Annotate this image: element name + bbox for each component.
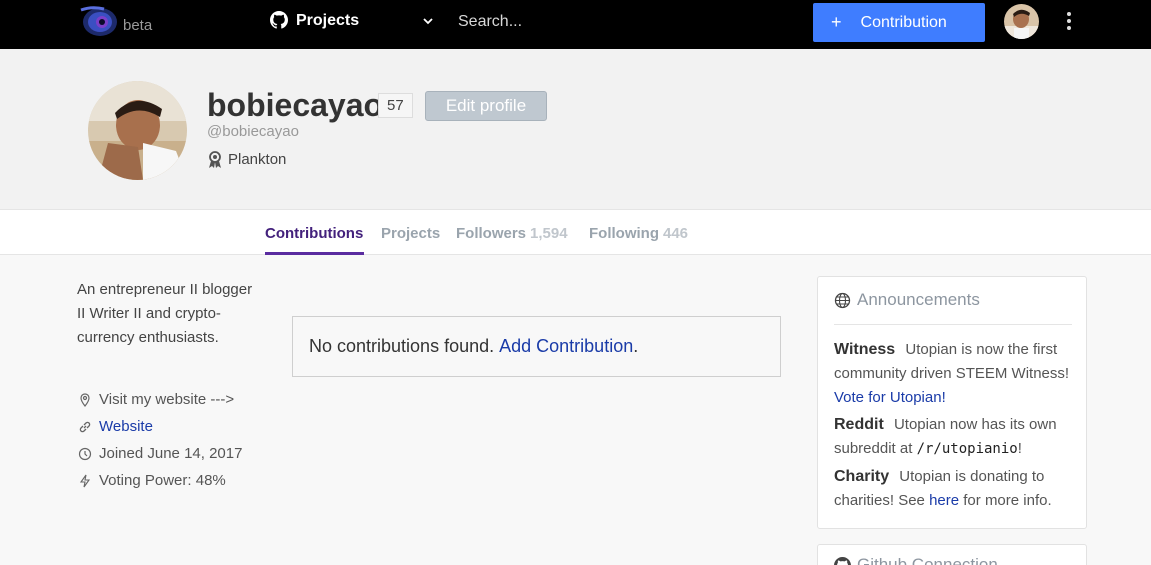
contribution-button-label: Contribution [860, 13, 947, 31]
profile-tabs: Contributions Projects Followers 1,594 Fo… [0, 210, 1151, 255]
tab-label: Followers [456, 225, 527, 242]
voting-power-text: Voting Power: 48% [99, 472, 226, 489]
joined-text: Joined June 14, 2017 [99, 445, 243, 462]
empty-contributions-box: No contributions found. Add Contribution… [292, 316, 781, 377]
tab-label: Projects [381, 225, 441, 242]
tab-label: Following [589, 225, 659, 242]
location-text: Visit my website ---> [99, 391, 235, 408]
active-tab-indicator [265, 252, 364, 255]
github-icon [270, 11, 288, 29]
projects-dropdown-label[interactable]: Projects [296, 12, 359, 30]
award-icon [209, 151, 221, 168]
github-connection-card: Github Connection [817, 544, 1087, 565]
profile-bio: An entrepreneur II blogger II Writer II … [77, 281, 253, 346]
vote-utopian-link[interactable]: Vote for Utopian! [834, 389, 946, 406]
tab-followers[interactable]: Followers 1,594 [456, 225, 568, 242]
divider [834, 324, 1072, 325]
announcement-heading: Reddit [834, 416, 884, 433]
user-avatar[interactable] [1004, 4, 1039, 39]
tab-projects[interactable]: Projects [381, 225, 440, 242]
website-link[interactable]: Website [99, 418, 153, 435]
location-row: Visit my website ---> [78, 391, 234, 408]
profile-header: bobiecayao 57 Edit profile @bobiecayao P… [0, 49, 1151, 210]
globe-icon [834, 292, 851, 308]
plus-icon: + [831, 12, 842, 32]
following-count: 446 [662, 225, 689, 242]
joined-row: Joined June 14, 2017 [78, 445, 242, 462]
tab-contributions[interactable]: Contributions [265, 225, 363, 242]
announcement-heading: Witness [834, 341, 896, 358]
period: . [633, 336, 639, 356]
link-icon [79, 421, 91, 432]
lightning-icon [79, 474, 91, 487]
announcement-text-after: for more info. [963, 492, 1052, 509]
profile-avatar [88, 81, 187, 180]
website-row: Website [78, 418, 153, 435]
announcements-card: Announcements Witness Utopian is now the… [817, 276, 1087, 529]
search-input[interactable] [452, 8, 752, 36]
rank-label: Plankton [228, 151, 287, 168]
github-card-title: Github Connection [834, 555, 998, 565]
exclamation: ! [1017, 440, 1022, 457]
tab-label: Contributions [265, 225, 364, 242]
add-contribution-button[interactable]: + Contribution [813, 3, 985, 42]
github-card-title-text: Github Connection [857, 555, 998, 565]
add-contribution-link[interactable]: Add Contribution [499, 336, 633, 357]
voting-power-row: Voting Power: 48% [78, 472, 226, 489]
profile-username: bobiecayao [207, 87, 384, 123]
announcements-title: Announcements [834, 290, 980, 310]
utopian-logo-icon[interactable] [78, 4, 118, 40]
announcement-heading: Charity [834, 468, 890, 485]
map-pin-icon [80, 392, 90, 407]
empty-text: No contributions found. [309, 336, 495, 356]
tab-following[interactable]: Following 446 [589, 225, 688, 242]
edit-profile-button[interactable]: Edit profile [425, 91, 547, 121]
more-options-icon[interactable] [1061, 10, 1077, 32]
card-title-text: Announcements [857, 290, 980, 309]
chevron-down-icon[interactable] [421, 14, 435, 28]
github-icon [834, 556, 851, 565]
charity-here-link[interactable]: here [929, 492, 959, 509]
profile-handle: @bobiecayao [207, 123, 299, 140]
top-navbar: beta Projects + Contribution [0, 0, 1151, 49]
clock-icon [78, 447, 92, 460]
subreddit-code[interactable]: /r/utopianio [917, 441, 1018, 457]
announcement-witness: Witness Utopian is now the first communi… [834, 338, 1074, 410]
beta-label: beta [123, 17, 153, 34]
followers-count: 1,594 [530, 225, 568, 242]
reputation-badge: 57 [378, 93, 413, 118]
announcement-charity: Charity Utopian is donating to charities… [834, 465, 1074, 513]
announcement-reddit: Reddit Utopian now has its own subreddit… [834, 413, 1074, 461]
